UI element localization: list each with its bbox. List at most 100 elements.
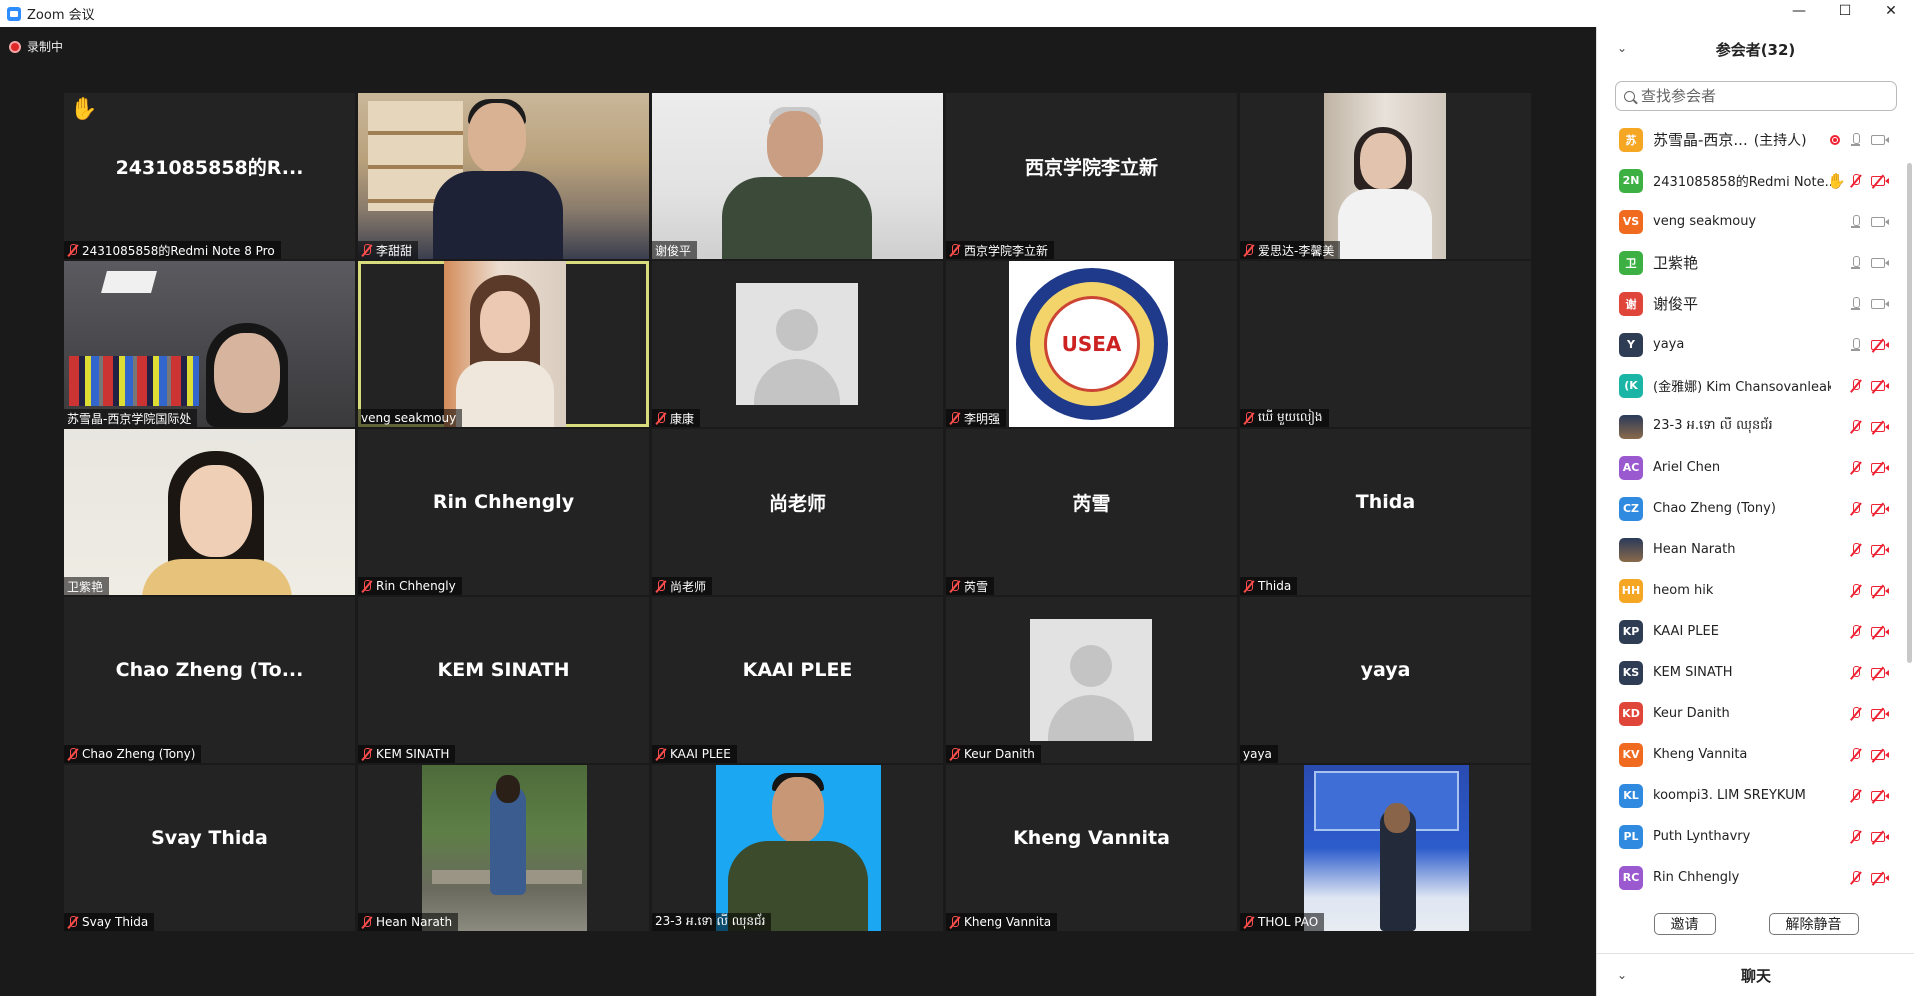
participant-list-scrollbar[interactable] — [1907, 163, 1912, 663]
participant-video — [1304, 765, 1469, 931]
mic-icon[interactable] — [1850, 132, 1861, 147]
participant-row[interactable]: KV Kheng Vannita — [1597, 734, 1907, 775]
video-tile[interactable]: yaya yaya — [1240, 597, 1531, 763]
participant-status-icons — [1850, 501, 1889, 516]
avatar: 谢 — [1619, 291, 1643, 316]
participant-row[interactable]: Hean Narath — [1597, 529, 1907, 570]
video-tile[interactable]: Chao Zheng (To... Chao Zheng (Tony) — [64, 597, 355, 763]
participant-row[interactable]: KP KAAI PLEE — [1597, 611, 1907, 652]
participant-row[interactable]: Yyaya — [1597, 324, 1907, 365]
mic-muted-icon[interactable] — [1850, 788, 1861, 803]
mic-icon[interactable] — [1850, 337, 1861, 352]
tile-name-label: 爱思达-李馨美 — [1240, 241, 1341, 259]
participant-name: 卫紫艳 — [1653, 254, 1699, 272]
raised-hand-icon: ✋ — [70, 97, 98, 122]
avatar — [1619, 414, 1643, 439]
video-tile[interactable]: Thida Thida — [1240, 429, 1531, 595]
participant-search[interactable] — [1615, 81, 1897, 111]
participant-status-icons — [1850, 747, 1889, 762]
tile-name-label: yaya — [1240, 745, 1278, 763]
participant-row[interactable]: 卫卫紫艳 — [1597, 242, 1907, 283]
video-tile[interactable]: Hean Narath — [358, 765, 649, 931]
participant-row[interactable]: 谢谢俊平 — [1597, 283, 1907, 324]
video-tile[interactable]: 李甜甜 — [358, 93, 649, 259]
avatar: 2N — [1619, 168, 1643, 193]
video-tile[interactable]: 芮雪 芮雪 — [946, 429, 1237, 595]
video-tile[interactable]: Keur Danith — [946, 597, 1237, 763]
mic-muted-icon[interactable] — [1850, 747, 1861, 762]
expand-chevron-icon[interactable]: ⌄ — [1617, 968, 1627, 982]
minimize-button[interactable]: — — [1776, 0, 1822, 22]
participant-row[interactable]: (K (金雅娜) Kim Chansovanleakna — [1597, 365, 1907, 406]
maximize-button[interactable]: ☐ — [1822, 0, 1868, 22]
mic-muted-icon[interactable] — [1850, 870, 1861, 885]
video-tile[interactable]: 康康 — [652, 261, 943, 427]
mic-muted-icon[interactable] — [1850, 624, 1861, 639]
mic-muted-icon[interactable] — [1850, 583, 1861, 598]
participant-row[interactable]: KL koompi3. LIM SREYKUM — [1597, 775, 1907, 816]
video-tile[interactable]: 23-3 អ.ទោ លី ឈុនជ័រ — [652, 765, 943, 931]
participant-row[interactable]: KD Keur Danith — [1597, 693, 1907, 734]
mic-muted-icon[interactable] — [1850, 378, 1861, 393]
video-tile[interactable]: Svay Thida Svay Thida — [64, 765, 355, 931]
video-tile[interactable]: KAAI PLEE KAAI PLEE — [652, 597, 943, 763]
mic-muted-icon[interactable] — [1850, 460, 1861, 475]
video-tile[interactable]: USEA 李明强 — [946, 261, 1237, 427]
video-off-icon — [1871, 175, 1889, 186]
video-tile[interactable]: veng seakmouy — [358, 261, 649, 427]
video-tile[interactable]: 2431085858的R... ✋ 2431085858的Redmi Note 8 … — [64, 93, 355, 259]
close-button[interactable]: ✕ — [1868, 0, 1914, 22]
tile-name-label: 2431085858的Redmi Note 8 Pro — [64, 241, 281, 259]
participant-status-icons — [1850, 419, 1889, 434]
video-tile[interactable]: 爱思达-李馨美 — [1240, 93, 1531, 259]
collapse-chevron-icon[interactable]: ⌄ — [1617, 41, 1627, 55]
mic-muted-icon[interactable] — [1850, 501, 1861, 516]
video-tile[interactable]: THOL PAO — [1240, 765, 1531, 931]
mic-muted-icon[interactable] — [1850, 173, 1861, 188]
participant-row[interactable]: PL Puth Lynthavry — [1597, 816, 1907, 857]
participant-row[interactable]: 苏苏雪晶-西京... (主持人) — [1597, 119, 1907, 160]
invite-button[interactable]: 邀请 — [1653, 913, 1716, 935]
video-tile[interactable]: 卫紫艳 — [64, 429, 355, 595]
participant-row[interactable]: AC Ariel Chen — [1597, 447, 1907, 488]
participant-row[interactable]: KS KEM SINATH — [1597, 652, 1907, 693]
video-tile[interactable]: 谢俊平 — [652, 93, 943, 259]
mic-muted-icon — [655, 747, 667, 761]
unmute-me-button[interactable]: 解除静音 — [1768, 913, 1859, 935]
video-off-icon — [1871, 339, 1889, 350]
participant-status-icons — [1850, 214, 1889, 229]
mic-muted-icon[interactable] — [1850, 542, 1861, 557]
video-off-icon — [1871, 872, 1889, 883]
video-tile[interactable]: 尚老师 尚老师 — [652, 429, 943, 595]
participant-name: Keur Danith — [964, 747, 1035, 761]
video-tile[interactable]: 西京学院李立新 西京学院李立新 — [946, 93, 1237, 259]
mic-icon[interactable] — [1850, 214, 1861, 229]
participant-row[interactable]: CZ Chao Zheng (Tony) — [1597, 488, 1907, 529]
mic-icon[interactable] — [1850, 296, 1861, 311]
mic-muted-icon[interactable] — [1850, 419, 1861, 434]
tile-name-label: Rin Chhengly — [358, 577, 462, 595]
participant-name: 李明强 — [964, 411, 1001, 426]
participant-row[interactable]: 2N 2431085858的Redmi Note... ✋ — [1597, 160, 1907, 201]
participant-row[interactable]: HH heom hik — [1597, 570, 1907, 611]
video-tile[interactable]: ឃើ មួយលៀង — [1240, 261, 1531, 427]
mic-muted-icon[interactable] — [1850, 665, 1861, 680]
participant-row[interactable]: VS veng seakmouy — [1597, 201, 1907, 242]
mic-muted-icon[interactable] — [1850, 706, 1861, 721]
search-input[interactable] — [1641, 87, 1881, 105]
video-tile[interactable]: KEM SINATH KEM SINATH — [358, 597, 649, 763]
participant-row[interactable]: 23-3 អ.ទោ លី ឈុនជ័រ — [1597, 406, 1907, 447]
video-tile[interactable]: 苏雪晶-西京学院国际处 — [64, 261, 355, 427]
mic-icon[interactable] — [1850, 255, 1861, 270]
chat-section-header[interactable]: ⌄ 聊天 — [1597, 953, 1914, 996]
participant-name: veng seakmouy — [361, 411, 457, 425]
recording-indicator[interactable]: 录制中 — [9, 38, 63, 55]
tile-display-name: yaya — [1360, 659, 1411, 681]
participant-row[interactable]: RC Rin Chhengly — [1597, 857, 1907, 898]
tile-name-label: Kheng Vannita — [946, 913, 1058, 931]
video-off-icon — [1871, 626, 1889, 637]
mic-muted-icon[interactable] — [1850, 829, 1861, 844]
video-tile[interactable]: Rin Chhengly Rin Chhengly — [358, 429, 649, 595]
tile-name-label: Thida — [1240, 577, 1298, 595]
video-tile[interactable]: Kheng Vannita Kheng Vannita — [946, 765, 1237, 931]
